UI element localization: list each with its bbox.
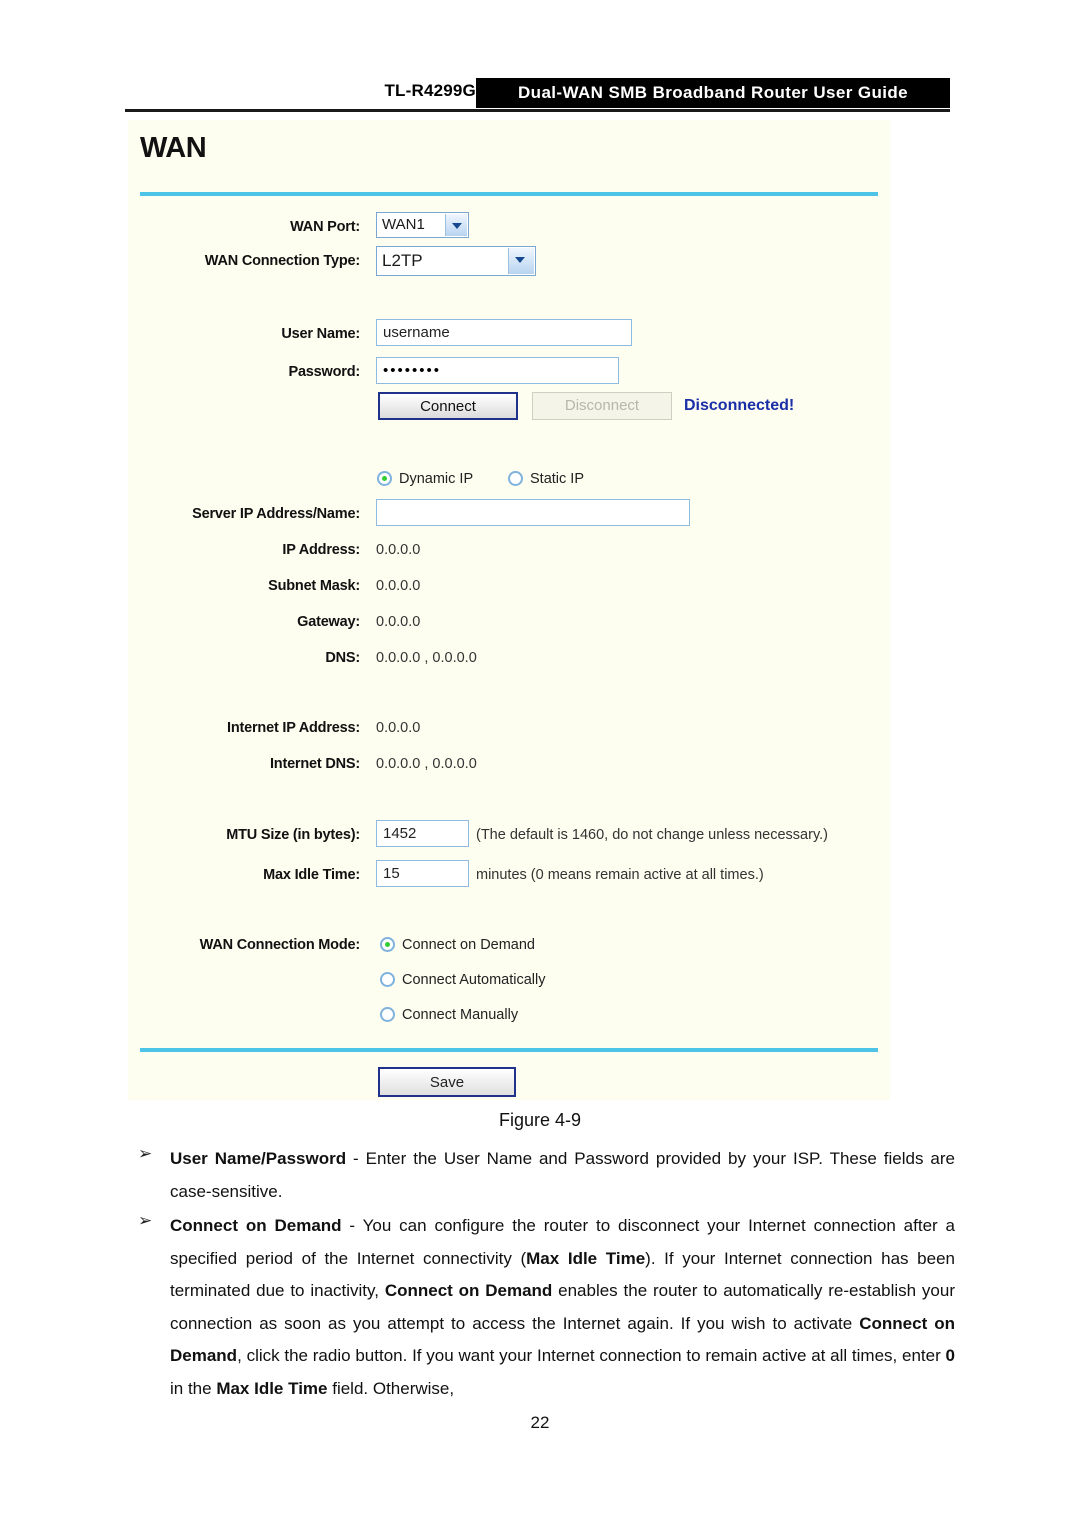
row-ip-mode: Dynamic IP Static IP	[128, 464, 890, 494]
radio-dot-icon	[508, 471, 523, 486]
document-header: TL-R4299G Dual-WAN SMB Broadband Router …	[125, 78, 950, 112]
radio-dynamic-ip-label: Dynamic IP	[399, 471, 474, 487]
page-number: 22	[530, 1413, 550, 1432]
radio-dot-icon	[377, 471, 392, 486]
row-password: Password: ••••••••	[128, 357, 890, 387]
wan-settings-panel: WAN WAN Port: WAN1 WAN Connection Type: …	[128, 120, 890, 1100]
gateway-value: 0.0.0.0	[376, 614, 421, 630]
panel-top-divider	[140, 192, 878, 196]
chevron-down-icon[interactable]	[508, 248, 534, 274]
row-server-ip: Server IP Address/Name:	[128, 499, 890, 529]
row-wan-connection-type: WAN Connection Type: L2TP	[128, 246, 890, 276]
password-input[interactable]: ••••••••	[376, 357, 619, 384]
header-title-bar: Dual-WAN SMB Broadband Router User Guide	[476, 78, 950, 108]
wan-port-select[interactable]: WAN1	[376, 212, 469, 238]
subnet-mask-label: Subnet Mask:	[268, 578, 360, 594]
row-ip-address: IP Address: 0.0.0.0	[128, 535, 890, 565]
term-max-idle-time-2: Max Idle Time	[216, 1378, 328, 1398]
header-title: Dual-WAN SMB Broadband Router User Guide	[517, 83, 909, 102]
mtu-size-hint: (The default is 1460, do not change unle…	[476, 827, 828, 843]
radio-connect-on-demand-label: Connect on Demand	[402, 937, 535, 953]
radio-dot-icon	[380, 1007, 395, 1022]
subnet-mask-value: 0.0.0.0	[376, 578, 421, 594]
radio-connect-manually-label: Connect Manually	[402, 1007, 519, 1023]
row-mtu-size: MTU Size (in bytes): 1452 (The default i…	[128, 820, 890, 850]
row-internet-ip-address: Internet IP Address: 0.0.0.0	[128, 713, 890, 743]
wan-port-value: WAN1	[382, 216, 425, 233]
password-value: ••••••••	[383, 362, 442, 379]
term-zero-value: 0	[945, 1346, 955, 1365]
radio-connect-manually[interactable]: Connect Manually	[380, 1003, 518, 1027]
row-internet-dns: Internet DNS: 0.0.0.0 , 0.0.0.0	[128, 749, 890, 779]
ip-address-value: 0.0.0.0	[376, 542, 421, 558]
wan-connection-mode-label: WAN Connection Mode:	[199, 937, 361, 953]
wan-connection-type-value: L2TP	[382, 251, 423, 270]
row-subnet-mask: Subnet Mask: 0.0.0.0	[128, 571, 890, 601]
bullet-user-name-password: ➢ User Name/Password - Enter the User Na…	[125, 1143, 955, 1208]
row-connection-actions: Connect Disconnect Disconnected!	[128, 392, 890, 422]
row-wan-port: WAN Port: WAN1	[128, 212, 890, 242]
mtu-size-input[interactable]: 1452	[376, 820, 469, 847]
wan-connection-type-label: WAN Connection Type:	[204, 253, 360, 269]
radio-connect-on-demand[interactable]: Connect on Demand	[380, 933, 535, 957]
connection-status-badge: Disconnected!	[684, 397, 795, 414]
radio-connect-automatically-label: Connect Automatically	[402, 972, 546, 988]
max-idle-time-input[interactable]: 15	[376, 860, 469, 887]
internet-ip-address-value: 0.0.0.0	[376, 720, 421, 736]
paragraph-connect-on-demand-intro: Connect on Demand - You can configure th…	[170, 1210, 955, 1405]
text-seg-4: in the	[170, 1378, 217, 1398]
ip-address-label: IP Address:	[282, 542, 360, 558]
radio-dot-icon	[380, 937, 395, 952]
row-dns: DNS: 0.0.0.0 , 0.0.0.0	[128, 643, 890, 673]
chevron-down-icon[interactable]	[445, 214, 467, 236]
dns-value: 0.0.0.0 , 0.0.0.0	[376, 650, 477, 666]
radio-static-ip[interactable]: Static IP	[508, 467, 584, 491]
max-idle-time-label: Max Idle Time:	[263, 867, 360, 883]
password-label: Password:	[288, 364, 360, 380]
internet-dns-label: Internet DNS:	[269, 756, 360, 772]
term-user-name-password: User Name/Password	[170, 1149, 347, 1168]
radio-connect-automatically[interactable]: Connect Automatically	[380, 968, 545, 992]
internet-dns-value: 0.0.0.0 , 0.0.0.0	[376, 756, 477, 772]
radio-static-ip-label: Static IP	[530, 471, 584, 487]
body-text: ➢ User Name/Password - Enter the User Na…	[125, 1143, 955, 1407]
term-connect-on-demand: Connect on Demand	[170, 1216, 342, 1235]
radio-dynamic-ip[interactable]: Dynamic IP	[377, 467, 473, 491]
user-name-input[interactable]: username	[376, 319, 632, 346]
row-save: Save	[128, 1067, 890, 1097]
user-name-label: User Name:	[281, 326, 360, 342]
figure-caption: Figure 4-9	[498, 1110, 582, 1130]
text-seg-5: field. Otherwise,	[327, 1378, 455, 1398]
mtu-size-label: MTU Size (in bytes):	[226, 827, 360, 843]
row-wan-connection-mode: WAN Connection Mode: Connect on Demand C…	[128, 930, 890, 1040]
wan-port-label: WAN Port:	[290, 219, 360, 235]
row-max-idle-time: Max Idle Time: 15 minutes (0 means remai…	[128, 860, 890, 890]
gateway-label: Gateway:	[297, 614, 360, 630]
term-connect-on-demand-2: Connect on Demand	[384, 1281, 553, 1300]
header-model-name: TL-R4299G	[384, 81, 476, 100]
bullet-arrow-icon: ➢	[138, 1211, 153, 1230]
page-title: WAN	[140, 132, 207, 164]
radio-dot-icon	[380, 972, 395, 987]
panel-bottom-divider	[140, 1048, 878, 1052]
internet-ip-address-label: Internet IP Address:	[227, 720, 360, 736]
server-ip-label: Server IP Address/Name:	[192, 506, 360, 522]
bullet-arrow-icon: ➢	[138, 1144, 153, 1163]
max-idle-time-hint: minutes (0 means remain active at all ti…	[476, 867, 764, 883]
server-ip-input[interactable]	[376, 499, 690, 526]
header-divider	[125, 109, 950, 112]
bullet-connect-on-demand: ➢ Connect on Demand - You can configure …	[125, 1210, 955, 1405]
row-gateway: Gateway: 0.0.0.0	[128, 607, 890, 637]
paragraph-user-name-password: User Name/Password - Enter the User Name…	[170, 1143, 955, 1208]
row-user-name: User Name: username	[128, 319, 890, 349]
connect-button[interactable]: Connect	[378, 392, 518, 420]
text-seg-3: , click the radio button. If you want yo…	[237, 1346, 946, 1365]
save-button[interactable]: Save	[378, 1067, 516, 1097]
dns-label: DNS:	[325, 650, 360, 666]
wan-connection-type-select[interactable]: L2TP	[376, 246, 536, 276]
term-max-idle-time-1: Max Idle Time	[526, 1248, 646, 1268]
disconnect-button: Disconnect	[532, 392, 672, 420]
